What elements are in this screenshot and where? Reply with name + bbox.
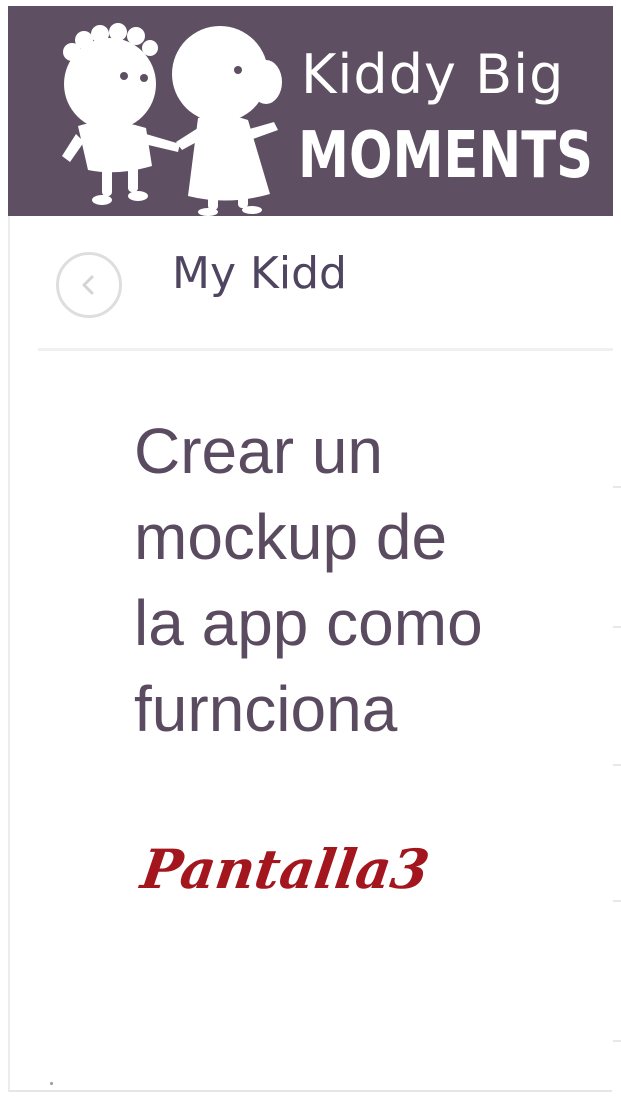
back-button[interactable] [56,252,122,318]
page-title: My Kidd [172,248,347,299]
description-line: Crear un [134,415,383,487]
description-line: mockup de [134,501,448,573]
screen-label: Pantalla3 [137,837,434,901]
decorative-dot [50,1082,53,1085]
nav-divider [38,348,613,351]
mockup-description: Crear un mockup de la app como furnciona [134,408,604,752]
kids-silhouette-logo-icon [62,23,282,216]
description-line: furnciona [134,673,398,745]
brand-name-line2: MOMENTS [298,119,594,193]
brand-name-line1: Kiddy Big [301,43,565,106]
chevron-left-icon [82,275,94,295]
app-header-banner: Kiddy Big MOMENTS [8,6,613,216]
description-line: la app como [134,587,483,659]
